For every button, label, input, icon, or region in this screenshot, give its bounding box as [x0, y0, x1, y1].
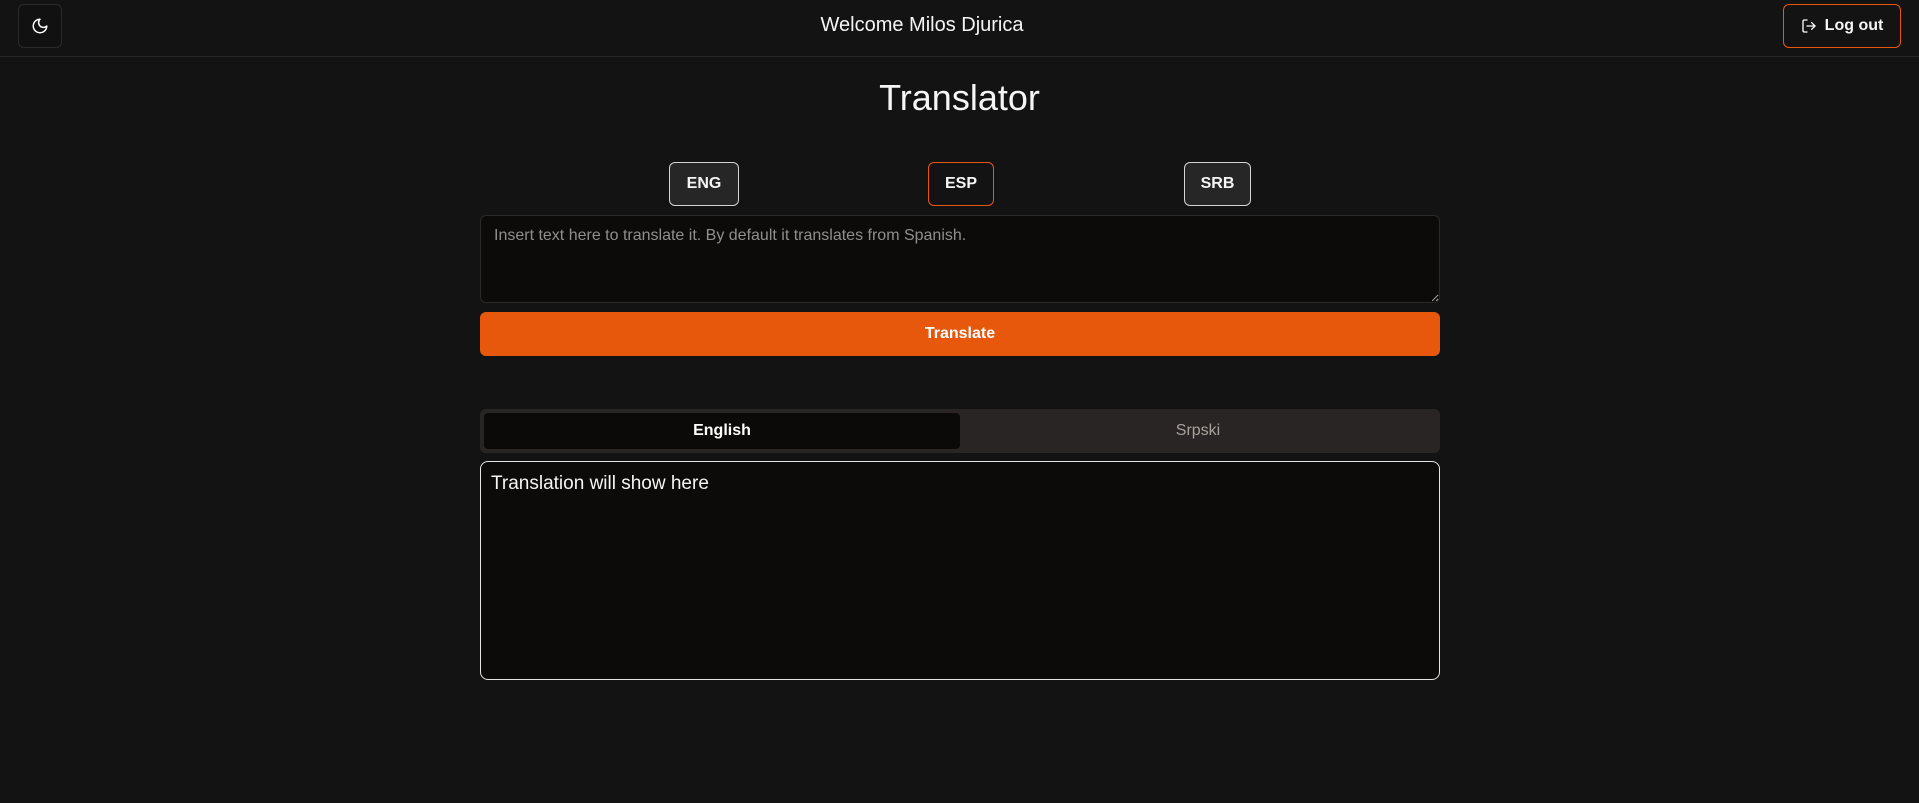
- language-button-srb[interactable]: SRB: [1184, 162, 1251, 206]
- source-text-input[interactable]: [480, 215, 1440, 303]
- language-button-eng[interactable]: ENG: [669, 162, 739, 206]
- page-title: Translator: [879, 77, 1040, 118]
- tab-english[interactable]: English: [484, 413, 960, 449]
- tab-srpski[interactable]: Srpski: [960, 413, 1436, 449]
- welcome-message: Welcome Milos Djurica: [820, 14, 1024, 36]
- logout-label: Log out: [1824, 17, 1884, 34]
- translation-output: Translation will show here: [480, 461, 1440, 680]
- logout-button[interactable]: Log out: [1783, 4, 1901, 48]
- output-language-tabs: English Srpski: [480, 409, 1440, 453]
- top-bar: Welcome Milos Djurica Log out: [0, 0, 1919, 57]
- translate-button[interactable]: Translate: [480, 312, 1440, 356]
- language-button-esp[interactable]: ESP: [928, 162, 994, 206]
- log-out-icon: [1802, 19, 1816, 33]
